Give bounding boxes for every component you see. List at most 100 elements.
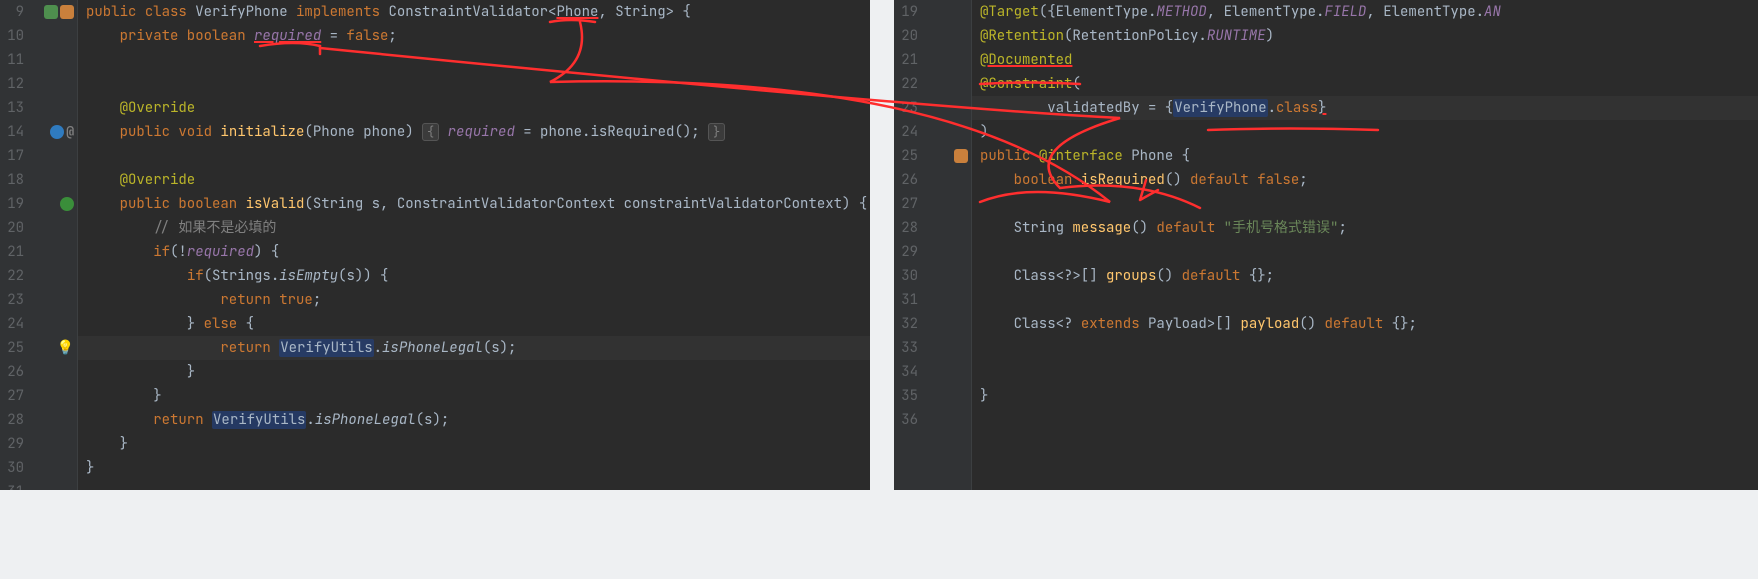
code-text[interactable]: @Constraint(: [972, 72, 1758, 96]
code-text[interactable]: Class<? extends Payload>[] payload() def…: [972, 312, 1758, 336]
code-line[interactable]: 19@Target({ElementType.METHOD, ElementTy…: [894, 0, 1758, 24]
code-line[interactable]: 17: [0, 144, 870, 168]
gutter-marks: [922, 384, 972, 408]
overrides-up-gutter-icon[interactable]: [60, 197, 74, 211]
code-text[interactable]: }: [78, 456, 870, 480]
code-line[interactable]: 22@Constraint(: [894, 72, 1758, 96]
code-line[interactable]: 28 return VerifyUtils.isPhoneLegal(s);: [0, 408, 870, 432]
code-line[interactable]: 21@Documented: [894, 48, 1758, 72]
code-area-right[interactable]: 19@Target({ElementType.METHOD, ElementTy…: [894, 0, 1758, 432]
code-text[interactable]: [972, 336, 1758, 360]
code-line[interactable]: 23 validatedBy = {VerifyPhone.class}: [894, 96, 1758, 120]
code-text[interactable]: return true;: [78, 288, 870, 312]
code-line[interactable]: 13 @Override: [0, 96, 870, 120]
code-line[interactable]: 24): [894, 120, 1758, 144]
code-text[interactable]: return VerifyUtils.isPhoneLegal(s);: [78, 336, 870, 360]
code-text[interactable]: @Documented: [972, 48, 1758, 72]
code-text[interactable]: @Target({ElementType.METHOD, ElementType…: [972, 0, 1758, 24]
code-line[interactable]: 33: [894, 336, 1758, 360]
code-text[interactable]: private boolean required = false;: [78, 24, 870, 48]
line-number: 25: [894, 144, 922, 168]
code-line[interactable]: 31: [0, 480, 870, 490]
gutter-marks: [28, 216, 78, 240]
code-text[interactable]: }: [78, 360, 870, 384]
code-text[interactable]: [972, 192, 1758, 216]
code-line[interactable]: 14@ public void initialize(Phone phone) …: [0, 120, 870, 144]
intention-bulb-icon[interactable]: 💡: [57, 336, 74, 360]
gutter-marks: [922, 192, 972, 216]
code-text[interactable]: } else {: [78, 312, 870, 336]
code-text[interactable]: ): [972, 120, 1758, 144]
gutter-marks: [28, 0, 78, 24]
code-line[interactable]: 20@Retention(RetentionPolicy.RUNTIME): [894, 24, 1758, 48]
code-line[interactable]: 25 public @interface Phone {: [894, 144, 1758, 168]
code-text[interactable]: }: [972, 384, 1758, 408]
code-text[interactable]: [78, 72, 870, 96]
code-text[interactable]: if(!required) {: [78, 240, 870, 264]
code-text[interactable]: [78, 48, 870, 72]
code-area-left[interactable]: 9public class VerifyPhone implements Con…: [0, 0, 870, 490]
code-line[interactable]: 20 // 如果不是必填的: [0, 216, 870, 240]
code-text[interactable]: return VerifyUtils.isPhoneLegal(s);: [78, 408, 870, 432]
code-line[interactable]: 32 Class<? extends Payload>[] payload() …: [894, 312, 1758, 336]
code-line[interactable]: 26 boolean isRequired() default false;: [894, 168, 1758, 192]
code-line[interactable]: 28 String message() default "手机号格式错误";: [894, 216, 1758, 240]
line-number: 35: [894, 384, 922, 408]
code-line[interactable]: 31: [894, 288, 1758, 312]
code-text[interactable]: validatedBy = {VerifyPhone.class}: [972, 96, 1758, 120]
code-text[interactable]: public class VerifyPhone implements Cons…: [78, 0, 870, 24]
code-line[interactable]: 18 @Override: [0, 168, 870, 192]
gutter-marks: [28, 264, 78, 288]
code-text[interactable]: }: [78, 432, 870, 456]
code-line[interactable]: 29 }: [0, 432, 870, 456]
code-line[interactable]: 25 💡 return VerifyUtils.isPhoneLegal(s);: [0, 336, 870, 360]
code-text[interactable]: [78, 144, 870, 168]
code-line[interactable]: 24 } else {: [0, 312, 870, 336]
code-line[interactable]: 11: [0, 48, 870, 72]
class-gutter-icon[interactable]: [60, 5, 74, 19]
code-text[interactable]: Class<?>[] groups() default {};: [972, 264, 1758, 288]
editor-pane-left[interactable]: 9public class VerifyPhone implements Con…: [0, 0, 870, 490]
implements-gutter-icon[interactable]: [44, 5, 58, 19]
code-line[interactable]: 10 private boolean required = false;: [0, 24, 870, 48]
line-number: 29: [894, 240, 922, 264]
line-number: 25: [0, 336, 28, 360]
code-line[interactable]: 35}: [894, 384, 1758, 408]
code-text[interactable]: [972, 360, 1758, 384]
code-line[interactable]: 30 Class<?>[] groups() default {};: [894, 264, 1758, 288]
code-line[interactable]: 9public class VerifyPhone implements Con…: [0, 0, 870, 24]
code-text[interactable]: public void initialize(Phone phone) { re…: [78, 120, 870, 144]
code-line[interactable]: 23 return true;: [0, 288, 870, 312]
code-line[interactable]: 22 if(Strings.isEmpty(s)) {: [0, 264, 870, 288]
code-line[interactable]: 19 public boolean isValid(String s, Cons…: [0, 192, 870, 216]
code-line[interactable]: 34: [894, 360, 1758, 384]
code-text[interactable]: [972, 408, 1758, 432]
editor-pane-right[interactable]: 19@Target({ElementType.METHOD, ElementTy…: [894, 0, 1758, 490]
code-line[interactable]: 36: [894, 408, 1758, 432]
code-line[interactable]: 12: [0, 72, 870, 96]
code-line[interactable]: 29: [894, 240, 1758, 264]
code-text[interactable]: @Override: [78, 96, 870, 120]
code-text[interactable]: @Retention(RetentionPolicy.RUNTIME): [972, 24, 1758, 48]
code-text[interactable]: String message() default "手机号格式错误";: [972, 216, 1758, 240]
line-number: 30: [894, 264, 922, 288]
code-text[interactable]: [972, 288, 1758, 312]
line-number: 24: [894, 120, 922, 144]
code-line[interactable]: 27: [894, 192, 1758, 216]
code-text[interactable]: }: [78, 384, 870, 408]
code-text[interactable]: @Override: [78, 168, 870, 192]
class-gutter-icon[interactable]: [954, 149, 968, 163]
code-line[interactable]: 21 if(!required) {: [0, 240, 870, 264]
code-text[interactable]: if(Strings.isEmpty(s)) {: [78, 264, 870, 288]
code-text[interactable]: boolean isRequired() default false;: [972, 168, 1758, 192]
code-text[interactable]: // 如果不是必填的: [78, 216, 870, 240]
code-text[interactable]: public @interface Phone {: [972, 144, 1758, 168]
code-line[interactable]: 27 }: [0, 384, 870, 408]
code-text[interactable]: [972, 240, 1758, 264]
code-text[interactable]: [78, 480, 870, 490]
code-line[interactable]: 26 }: [0, 360, 870, 384]
gutter-marks: [922, 72, 972, 96]
code-line[interactable]: 30}: [0, 456, 870, 480]
override-gutter-icon[interactable]: [50, 125, 64, 139]
code-text[interactable]: public boolean isValid(String s, Constra…: [78, 192, 870, 216]
